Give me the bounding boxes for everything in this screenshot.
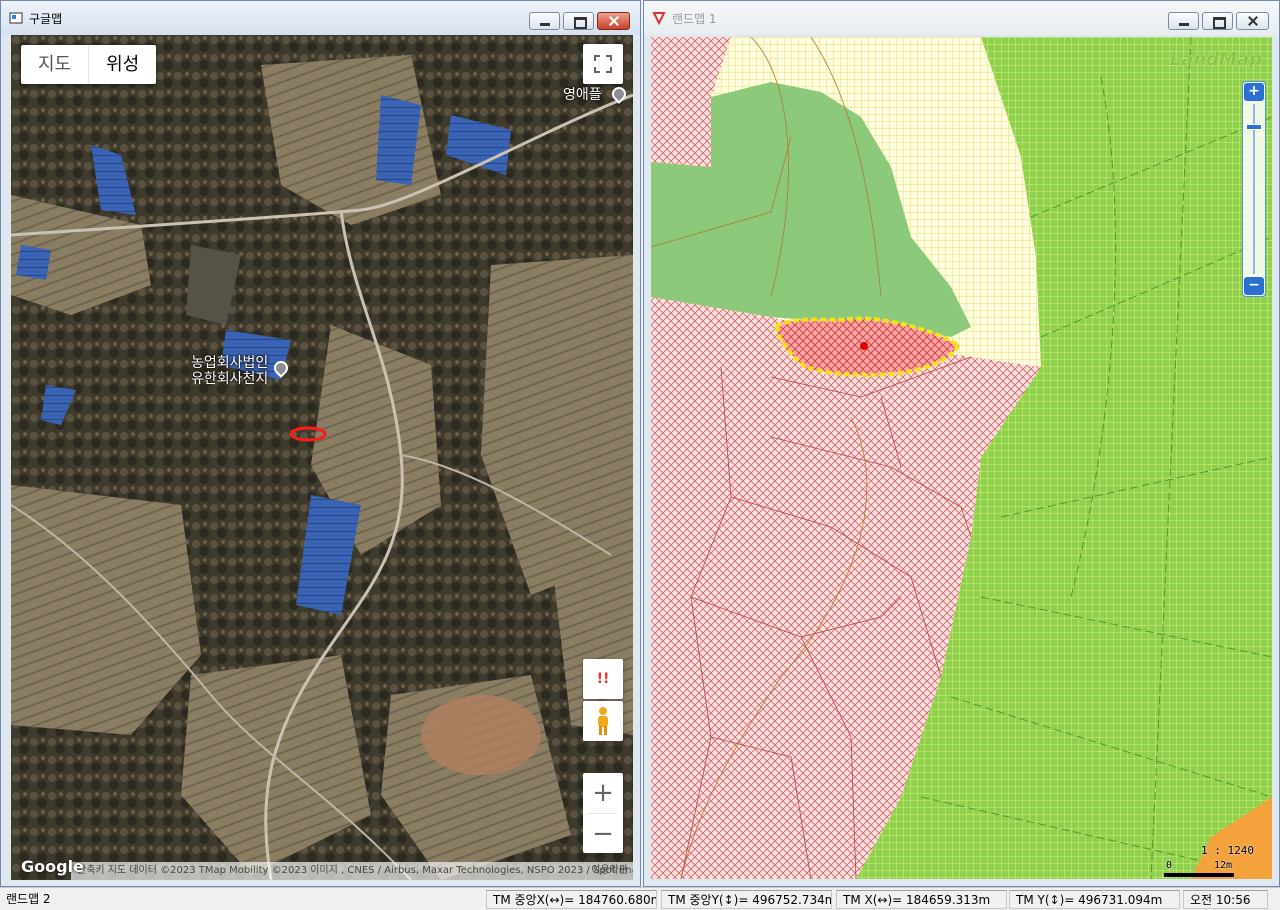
zoom-in-button[interactable]: + (592, 773, 614, 813)
scale-bar (1164, 873, 1234, 877)
report-button[interactable]: !! (583, 659, 623, 699)
status-tm-y: TM Y(↕)= 496731.094m (1009, 890, 1180, 909)
scale-bar-label-end: 12m (1213, 860, 1232, 871)
window-title: 구글맵 (29, 11, 63, 26)
window-title: 랜드맵 1 (672, 11, 717, 26)
zoom-thumb[interactable] (1246, 124, 1262, 130)
zoom-out-button[interactable]: − (588, 812, 618, 854)
attribution-text: 단축키 지도 데이터 ©2023 TMap Mobility ©2023 이미지… (77, 865, 633, 876)
status-clock: 오전 10:56 (1183, 890, 1268, 909)
land-use-map (651, 37, 1272, 879)
map-type-satellite-button[interactable]: 위성 (88, 45, 156, 84)
zoom-slider[interactable]: + − (1242, 81, 1266, 297)
terms-link[interactable]: 이용약관 (585, 862, 633, 880)
satellite-map[interactable]: 지도 위성 영애플 농업회사법인 유한회사천지 !! + − 단축키 지도 데이… (11, 35, 633, 880)
landmap-app-icon (652, 11, 666, 26)
poi-label-1[interactable]: 농업회사법인 유한회사천지 (191, 355, 268, 387)
close-button[interactable] (1236, 12, 1269, 30)
close-button[interactable] (597, 12, 630, 30)
zoom-control: + − (583, 773, 623, 853)
fullscreen-icon (594, 55, 612, 73)
status-tm-center-y: TM 중앙Y(↕)= 496752.734m (661, 890, 832, 909)
landmap-window: 랜드맵 1 LandMap + − 1: 1240 0 12m (643, 0, 1280, 887)
zoom-out-button[interactable]: − (1244, 277, 1264, 295)
map-attribution: 단축키 지도 데이터 ©2023 TMap Mobility ©2023 이미지… (71, 862, 633, 880)
app-icon (9, 11, 23, 25)
fullscreen-button[interactable] (583, 44, 623, 84)
satellite-imagery (11, 35, 633, 880)
street-view-pegman[interactable] (583, 701, 623, 741)
minimize-button[interactable] (1168, 12, 1199, 30)
zoom-in-button[interactable]: + (1244, 83, 1264, 101)
google-logo: Google (21, 857, 84, 876)
map-type-map-button[interactable]: 지도 (21, 45, 88, 84)
status-tm-center-x: TM 중앙X(↔)= 184760.680m (486, 890, 657, 909)
scale-ratio: 1 : 1240 (1201, 844, 1254, 857)
status-tm-x: TM X(↔)= 184659.313m (836, 890, 1007, 909)
status-bar: 랜드맵 2 TM 중앙X(↔)= 184760.680m TM 중앙Y(↕)= … (0, 887, 1280, 910)
pegman-icon (598, 707, 608, 735)
google-map-window: 구글맵 지도 위성 영애플 농업회사법인 유한회사천지 !! + − 단축키 지… (0, 0, 641, 887)
landmap-logo: LandMap (1169, 49, 1262, 70)
maximize-button[interactable] (1202, 12, 1233, 30)
landmap-titlebar[interactable]: 랜드맵 1 (644, 1, 1279, 35)
minimize-button[interactable] (529, 12, 560, 30)
google-titlebar[interactable]: 구글맵 (1, 1, 640, 35)
map-type-control: 지도 위성 (21, 45, 157, 84)
cadastral-map[interactable]: LandMap + − 1 : 1240 0 12m (651, 37, 1272, 879)
status-app-name: 랜드맵 2 (6, 892, 51, 906)
scale-bar-label-start: 0 (1165, 860, 1172, 871)
poi-label-0[interactable]: 영애플 (563, 87, 602, 103)
maximize-button[interactable] (563, 12, 594, 30)
